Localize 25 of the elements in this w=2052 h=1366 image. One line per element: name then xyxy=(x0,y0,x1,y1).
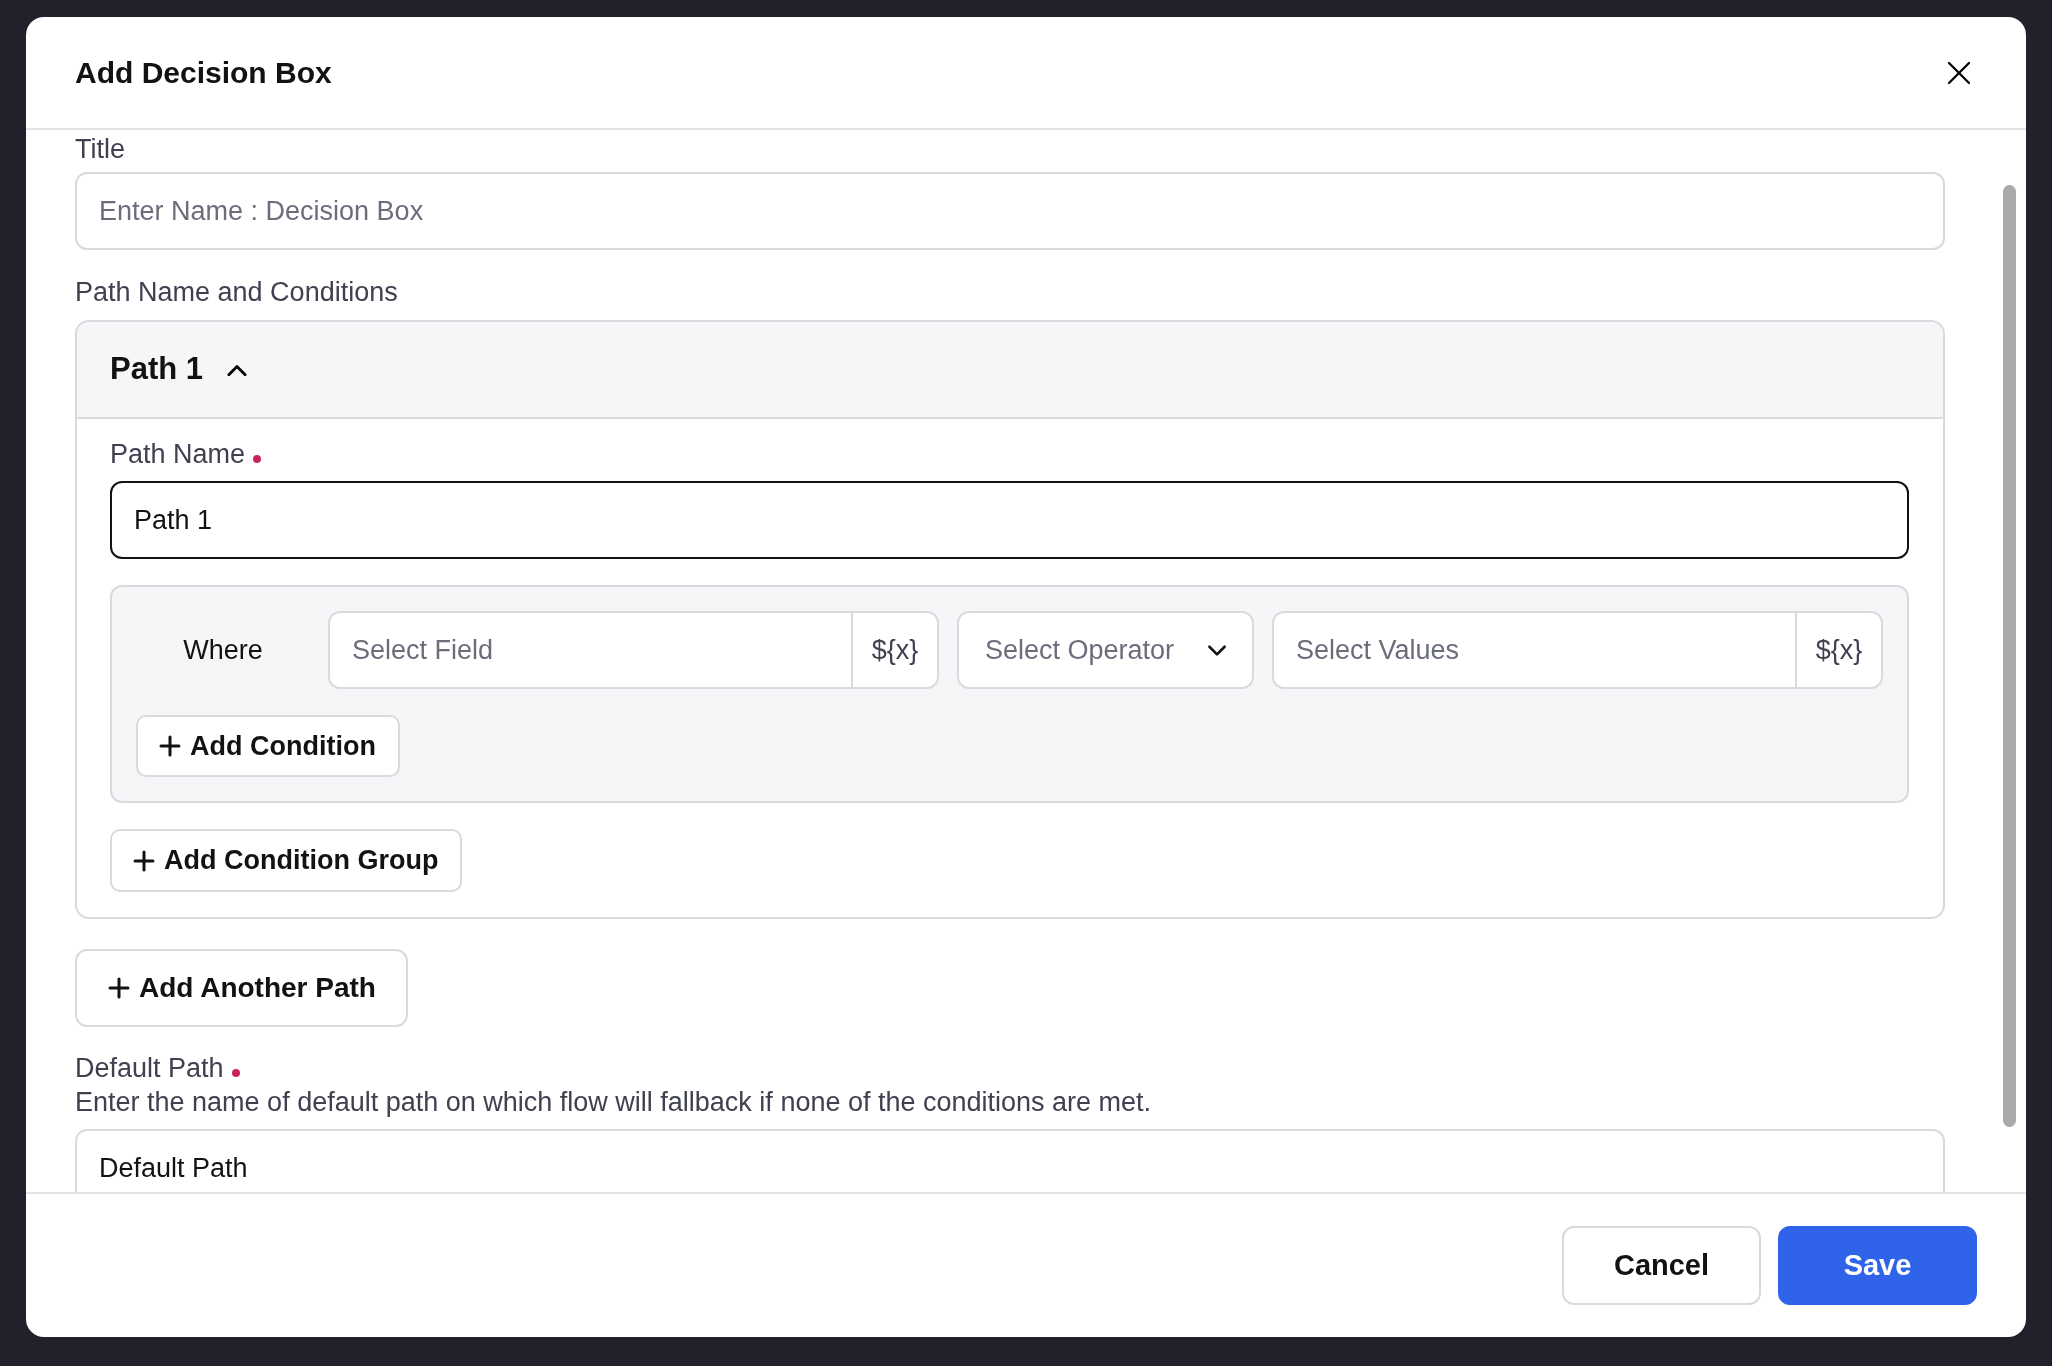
variable-button[interactable]: ${x} xyxy=(1795,611,1883,689)
cancel-button[interactable]: Cancel xyxy=(1562,1226,1761,1305)
field-label: Default Path xyxy=(75,1052,224,1085)
title-input[interactable]: Enter Name : Decision Box xyxy=(75,172,1945,250)
field-label: Path Name and Conditions xyxy=(75,276,398,309)
plus-icon xyxy=(107,976,131,1000)
add-condition-group-button[interactable]: Add Condition Group xyxy=(110,829,463,892)
where-label: Where xyxy=(182,633,264,667)
values-select[interactable]: Select Values xyxy=(1272,611,1795,689)
plus-icon xyxy=(132,848,156,873)
add-condition-button[interactable]: Add Condition xyxy=(136,715,400,777)
save-button[interactable]: Save xyxy=(1778,1226,1977,1305)
default-path-input[interactable]: Default Path xyxy=(75,1129,1945,1192)
field-label: Title xyxy=(75,133,125,166)
plus-icon xyxy=(158,734,182,758)
operator-select[interactable]: Select Operator xyxy=(957,611,1254,689)
variable-button[interactable]: ${x} xyxy=(851,611,939,689)
scrollbar[interactable] xyxy=(2003,185,2016,1127)
add-path-button[interactable]: Add Another Path xyxy=(75,949,408,1027)
field-select[interactable]: Select Field xyxy=(328,611,851,689)
path-name-input[interactable]: Path 1 xyxy=(110,481,1909,559)
help-text: Enter the name of default path on which flow will fallback if none of the conditions are met. xyxy=(75,1086,1152,1119)
dialog-title: Add Decision Box xyxy=(75,54,332,91)
field-label: Path Name xyxy=(110,438,246,471)
path-title: Path 1 xyxy=(110,350,204,389)
